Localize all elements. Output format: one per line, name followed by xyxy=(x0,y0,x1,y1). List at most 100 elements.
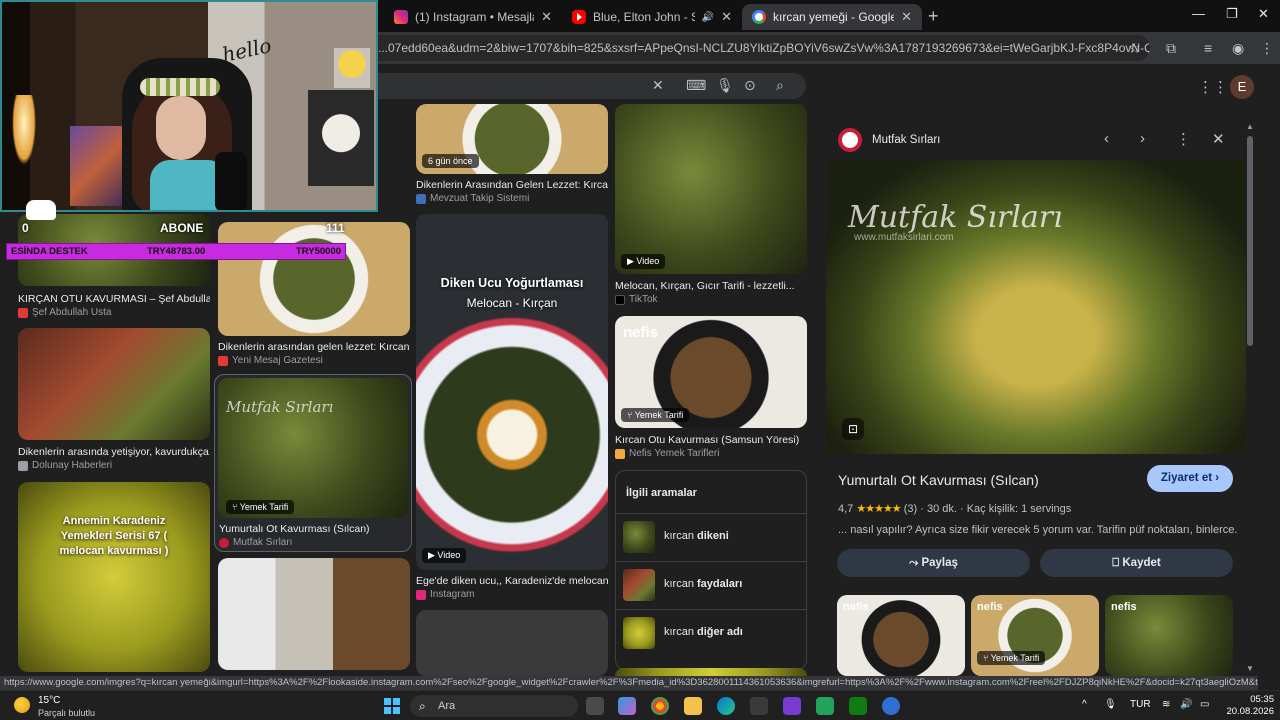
result-card-selected[interactable]: Mutfak Sırları ⑂ Yemek Tarifi Yumurtalı … xyxy=(214,374,412,552)
more-options-icon[interactable]: ⋮ xyxy=(1176,130,1191,148)
weather-temperature[interactable]: 15°C xyxy=(38,695,60,706)
keyboard-icon[interactable]: ⌨ xyxy=(686,77,706,94)
result-source[interactable]: Mevzuat Takip Sistemi xyxy=(416,193,529,204)
store-icon[interactable] xyxy=(750,697,768,715)
result-card[interactable]: Diken Ucu Yoğurtlaması Melocan - Kırçan … xyxy=(416,214,608,602)
mic-icon[interactable]: 🎙 xyxy=(716,77,734,94)
close-icon[interactable]: ✕ xyxy=(541,9,552,25)
close-icon[interactable]: ✕ xyxy=(901,9,912,25)
panel-scrollbar[interactable] xyxy=(1247,136,1253,346)
related-search-item[interactable]: kırcan dikeni xyxy=(616,513,806,561)
result-source[interactable]: TikTok xyxy=(615,294,658,305)
restore-icon[interactable]: ❐ xyxy=(1226,6,1238,22)
result-thumbnail[interactable] xyxy=(18,328,210,440)
edge-icon[interactable] xyxy=(717,697,735,715)
result-card[interactable]: Dikenlerin arasında yetişiyor, kavurdukç… xyxy=(18,328,210,472)
next-icon[interactable]: › xyxy=(1140,130,1145,147)
result-card[interactable] xyxy=(416,610,608,676)
volume-icon[interactable]: 🔊 xyxy=(1180,699,1192,710)
language-indicator[interactable]: TUR xyxy=(1130,699,1151,710)
related-image[interactable]: nefis xyxy=(837,595,965,676)
copilot-icon[interactable] xyxy=(618,697,636,715)
preview-image[interactable]: Mutfak Sırları www.mutfaksirlari.com ⊡ xyxy=(826,160,1246,454)
mic-icon[interactable]: 🎙 xyxy=(1104,699,1117,710)
related-image[interactable]: nefis xyxy=(1105,595,1233,676)
lens-icon[interactable]: ⊙ xyxy=(744,77,756,94)
scroll-down-icon[interactable]: ▼ xyxy=(1246,664,1254,673)
result-title[interactable]: Kırcan Otu Kavurması (Samsun Yöresi) xyxy=(615,434,807,446)
account-avatar[interactable]: E xyxy=(1230,75,1254,99)
extensions-icon[interactable]: ⧉ xyxy=(1166,40,1176,57)
speaker-icon[interactable]: 🔊 xyxy=(702,12,714,23)
new-tab-icon[interactable]: + xyxy=(928,6,939,27)
address-bar[interactable]: ...07edd60ea&udm=2&biw=1707&bih=825&sxsr… xyxy=(300,35,1150,61)
result-source[interactable]: Nefis Yemek Tarifleri xyxy=(615,448,719,459)
result-thumbnail[interactable] xyxy=(416,610,608,676)
tab-youtube[interactable]: Blue, Elton John - Sorry See 🔊 ✕ xyxy=(562,4,742,30)
result-card[interactable]: ▶ Video Melocan, Kırçan, Gıcır Tarifi - … xyxy=(615,104,807,305)
task-view-icon[interactable] xyxy=(586,697,604,715)
close-panel-icon[interactable]: ✕ xyxy=(1212,130,1225,148)
result-title[interactable]: KIRÇAN OTU KAVURMASI – Şef Abdullah... xyxy=(18,293,210,305)
app-icon[interactable] xyxy=(816,697,834,715)
result-card[interactable]: Annemin Karadeniz Yemekleri Serisi 67 ( … xyxy=(18,482,210,672)
tray-chevron-icon[interactable]: ^ xyxy=(1082,699,1087,710)
tab-google-search[interactable]: kırcan yemeği - Google'da Ara ✕ xyxy=(742,4,922,30)
system-clock[interactable]: 05:35 20.08.2026 xyxy=(1218,694,1274,718)
clear-search-icon[interactable]: ✕ xyxy=(652,77,664,94)
result-title[interactable]: Dikenlerin arasında yetişiyor, kavurdukç… xyxy=(18,446,210,458)
related-image[interactable]: nefis ⑂ Yemek Tarifi xyxy=(971,595,1099,676)
result-source[interactable]: Yeni Mesaj Gazetesi xyxy=(218,355,323,366)
result-title[interactable]: Dikenlerin arasından gelen lezzet: Kırca… xyxy=(218,341,410,353)
bookmark-star-icon[interactable]: ☆ xyxy=(1128,40,1141,57)
result-card[interactable] xyxy=(218,558,410,670)
search-bar[interactable]: ✕ ⌨ 🎙 ⊙ ⌕ xyxy=(370,73,806,99)
result-title[interactable]: Ege'de diken ucu,, Karadeniz'de melocan.… xyxy=(416,575,608,587)
visit-button[interactable]: Ziyaret et › xyxy=(1147,465,1233,492)
related-search-item[interactable]: kırcan faydaları xyxy=(616,561,806,609)
panel-site-name[interactable]: Mutfak Sırları xyxy=(872,134,940,146)
wifi-icon[interactable]: ≋ xyxy=(1162,699,1170,710)
result-title[interactable]: Dikenlerin Arasından Gelen Lezzet: Kırca… xyxy=(416,179,608,191)
result-thumbnail[interactable]: Mutfak Sırları ⑂ Yemek Tarifi xyxy=(218,378,408,518)
taskbar-search[interactable]: ⌕ Ara xyxy=(410,695,578,717)
profile-icon[interactable]: ◉ xyxy=(1232,40,1244,57)
battery-icon[interactable]: ▭ xyxy=(1200,699,1209,710)
app-icon[interactable] xyxy=(882,697,900,715)
result-title[interactable]: Melocan, Kırçan, Gıcır Tarifi - lezzetli… xyxy=(615,280,807,292)
result-source[interactable]: Şef Abdullah Usta xyxy=(18,307,112,318)
result-thumbnail[interactable]: ▶ Video xyxy=(615,104,807,274)
close-window-icon[interactable]: ✕ xyxy=(1258,6,1269,22)
weather-icon[interactable] xyxy=(14,697,30,713)
result-thumbnail[interactable]: Annemin Karadeniz Yemekleri Serisi 67 ( … xyxy=(18,482,210,672)
result-source[interactable]: Instagram xyxy=(416,589,474,600)
close-icon[interactable]: ✕ xyxy=(721,9,732,25)
file-explorer-icon[interactable] xyxy=(684,697,702,715)
media-control-icon[interactable]: ≡ xyxy=(1204,40,1212,56)
weather-description[interactable]: Parçalı bulutlu xyxy=(38,708,95,718)
lens-search-icon[interactable]: ⊡ xyxy=(842,418,864,440)
tab-instagram[interactable]: (1) Instagram • Mesajlar ✕ xyxy=(384,4,562,30)
result-thumbnail[interactable]: 6 gün önce xyxy=(416,104,608,174)
result-thumbnail[interactable]: Diken Ucu Yoğurtlaması Melocan - Kırçan … xyxy=(416,214,608,570)
result-title[interactable]: Yumurtalı Ot Kavurması (Sılcan) xyxy=(219,523,411,535)
previous-icon[interactable]: ‹ xyxy=(1104,130,1109,147)
result-source[interactable]: Mutfak Sırları xyxy=(219,537,292,548)
result-card[interactable] xyxy=(615,668,807,676)
app-icon[interactable] xyxy=(783,697,801,715)
result-thumbnail[interactable] xyxy=(615,668,807,676)
result-source[interactable]: Dolunay Haberleri xyxy=(18,460,112,471)
result-thumbnail[interactable] xyxy=(218,222,410,336)
xbox-icon[interactable] xyxy=(849,697,867,715)
related-search-item[interactable]: kırcan diğer adı xyxy=(616,609,806,667)
result-card[interactable]: 6 gün önce Dikenlerin Arasından Gelen Le… xyxy=(416,104,608,208)
search-icon[interactable]: ⌕ xyxy=(776,77,784,94)
scroll-up-icon[interactable]: ▲ xyxy=(1246,122,1254,131)
minimize-icon[interactable]: — xyxy=(1192,6,1205,21)
start-windows-icon[interactable] xyxy=(384,698,400,714)
preview-title[interactable]: Yumurtalı Ot Kavurması (Sılcan) xyxy=(838,472,1039,488)
google-apps-icon[interactable]: ⋮⋮ xyxy=(1198,78,1228,96)
result-card[interactable]: nefis ⑂ Yemek Tarifi Kırcan Otu Kavurmas… xyxy=(615,316,807,462)
result-thumbnail[interactable] xyxy=(218,558,410,670)
chrome-icon[interactable] xyxy=(651,697,669,715)
